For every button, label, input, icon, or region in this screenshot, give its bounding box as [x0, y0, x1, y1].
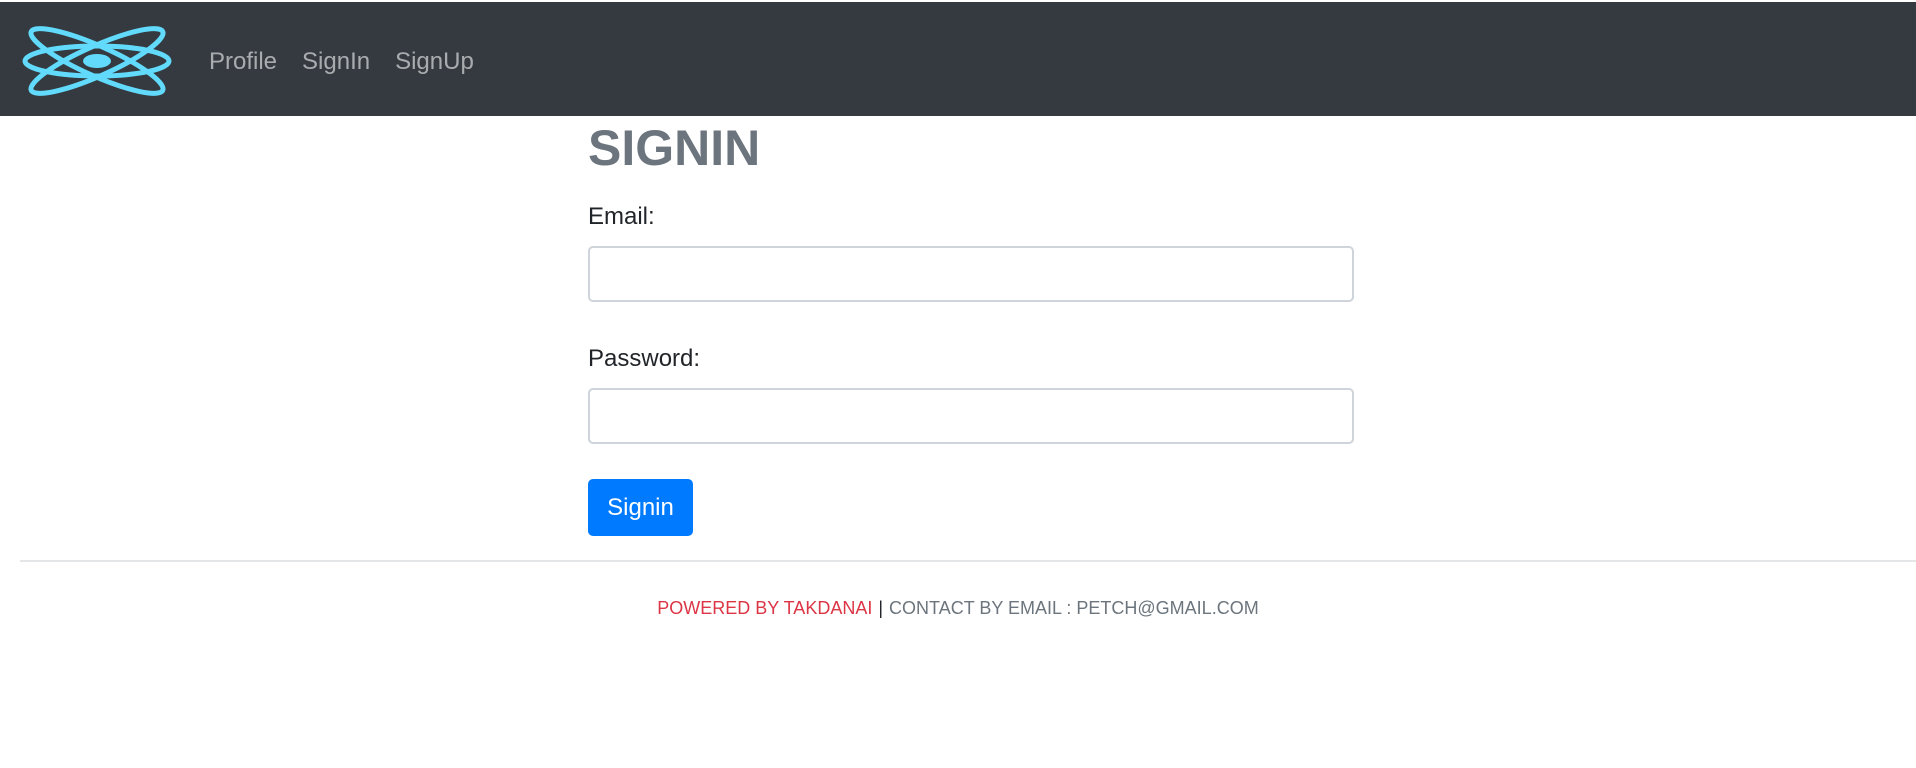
page-title: SIGNIN	[588, 120, 761, 176]
password-label: Password:	[588, 345, 701, 372]
footer-powered-by: POWERED BY TAKDANAI	[657, 598, 873, 618]
email-field[interactable]	[588, 246, 1354, 302]
footer: POWERED BY TAKDANAI | CONTACT BY EMAIL : P…	[0, 596, 1916, 620]
nav-links: Profile SignIn SignUp	[209, 46, 499, 78]
footer-contact-email: CONTACT BY EMAIL : PETCH@GMAIL.COM	[889, 598, 1259, 618]
signin-button[interactable]: Signin	[588, 479, 693, 536]
footer-separator: |	[878, 598, 884, 618]
nav-link-profile[interactable]: Profile	[209, 46, 277, 78]
react-logo-icon[interactable]	[22, 26, 172, 96]
nav-link-signin[interactable]: SignIn	[302, 46, 370, 78]
footer-divider	[20, 560, 1916, 562]
top-navbar: Profile SignIn SignUp	[0, 2, 1916, 116]
password-field[interactable]	[588, 388, 1354, 444]
nav-link-signup[interactable]: SignUp	[395, 46, 474, 78]
email-label: Email:	[588, 203, 655, 230]
